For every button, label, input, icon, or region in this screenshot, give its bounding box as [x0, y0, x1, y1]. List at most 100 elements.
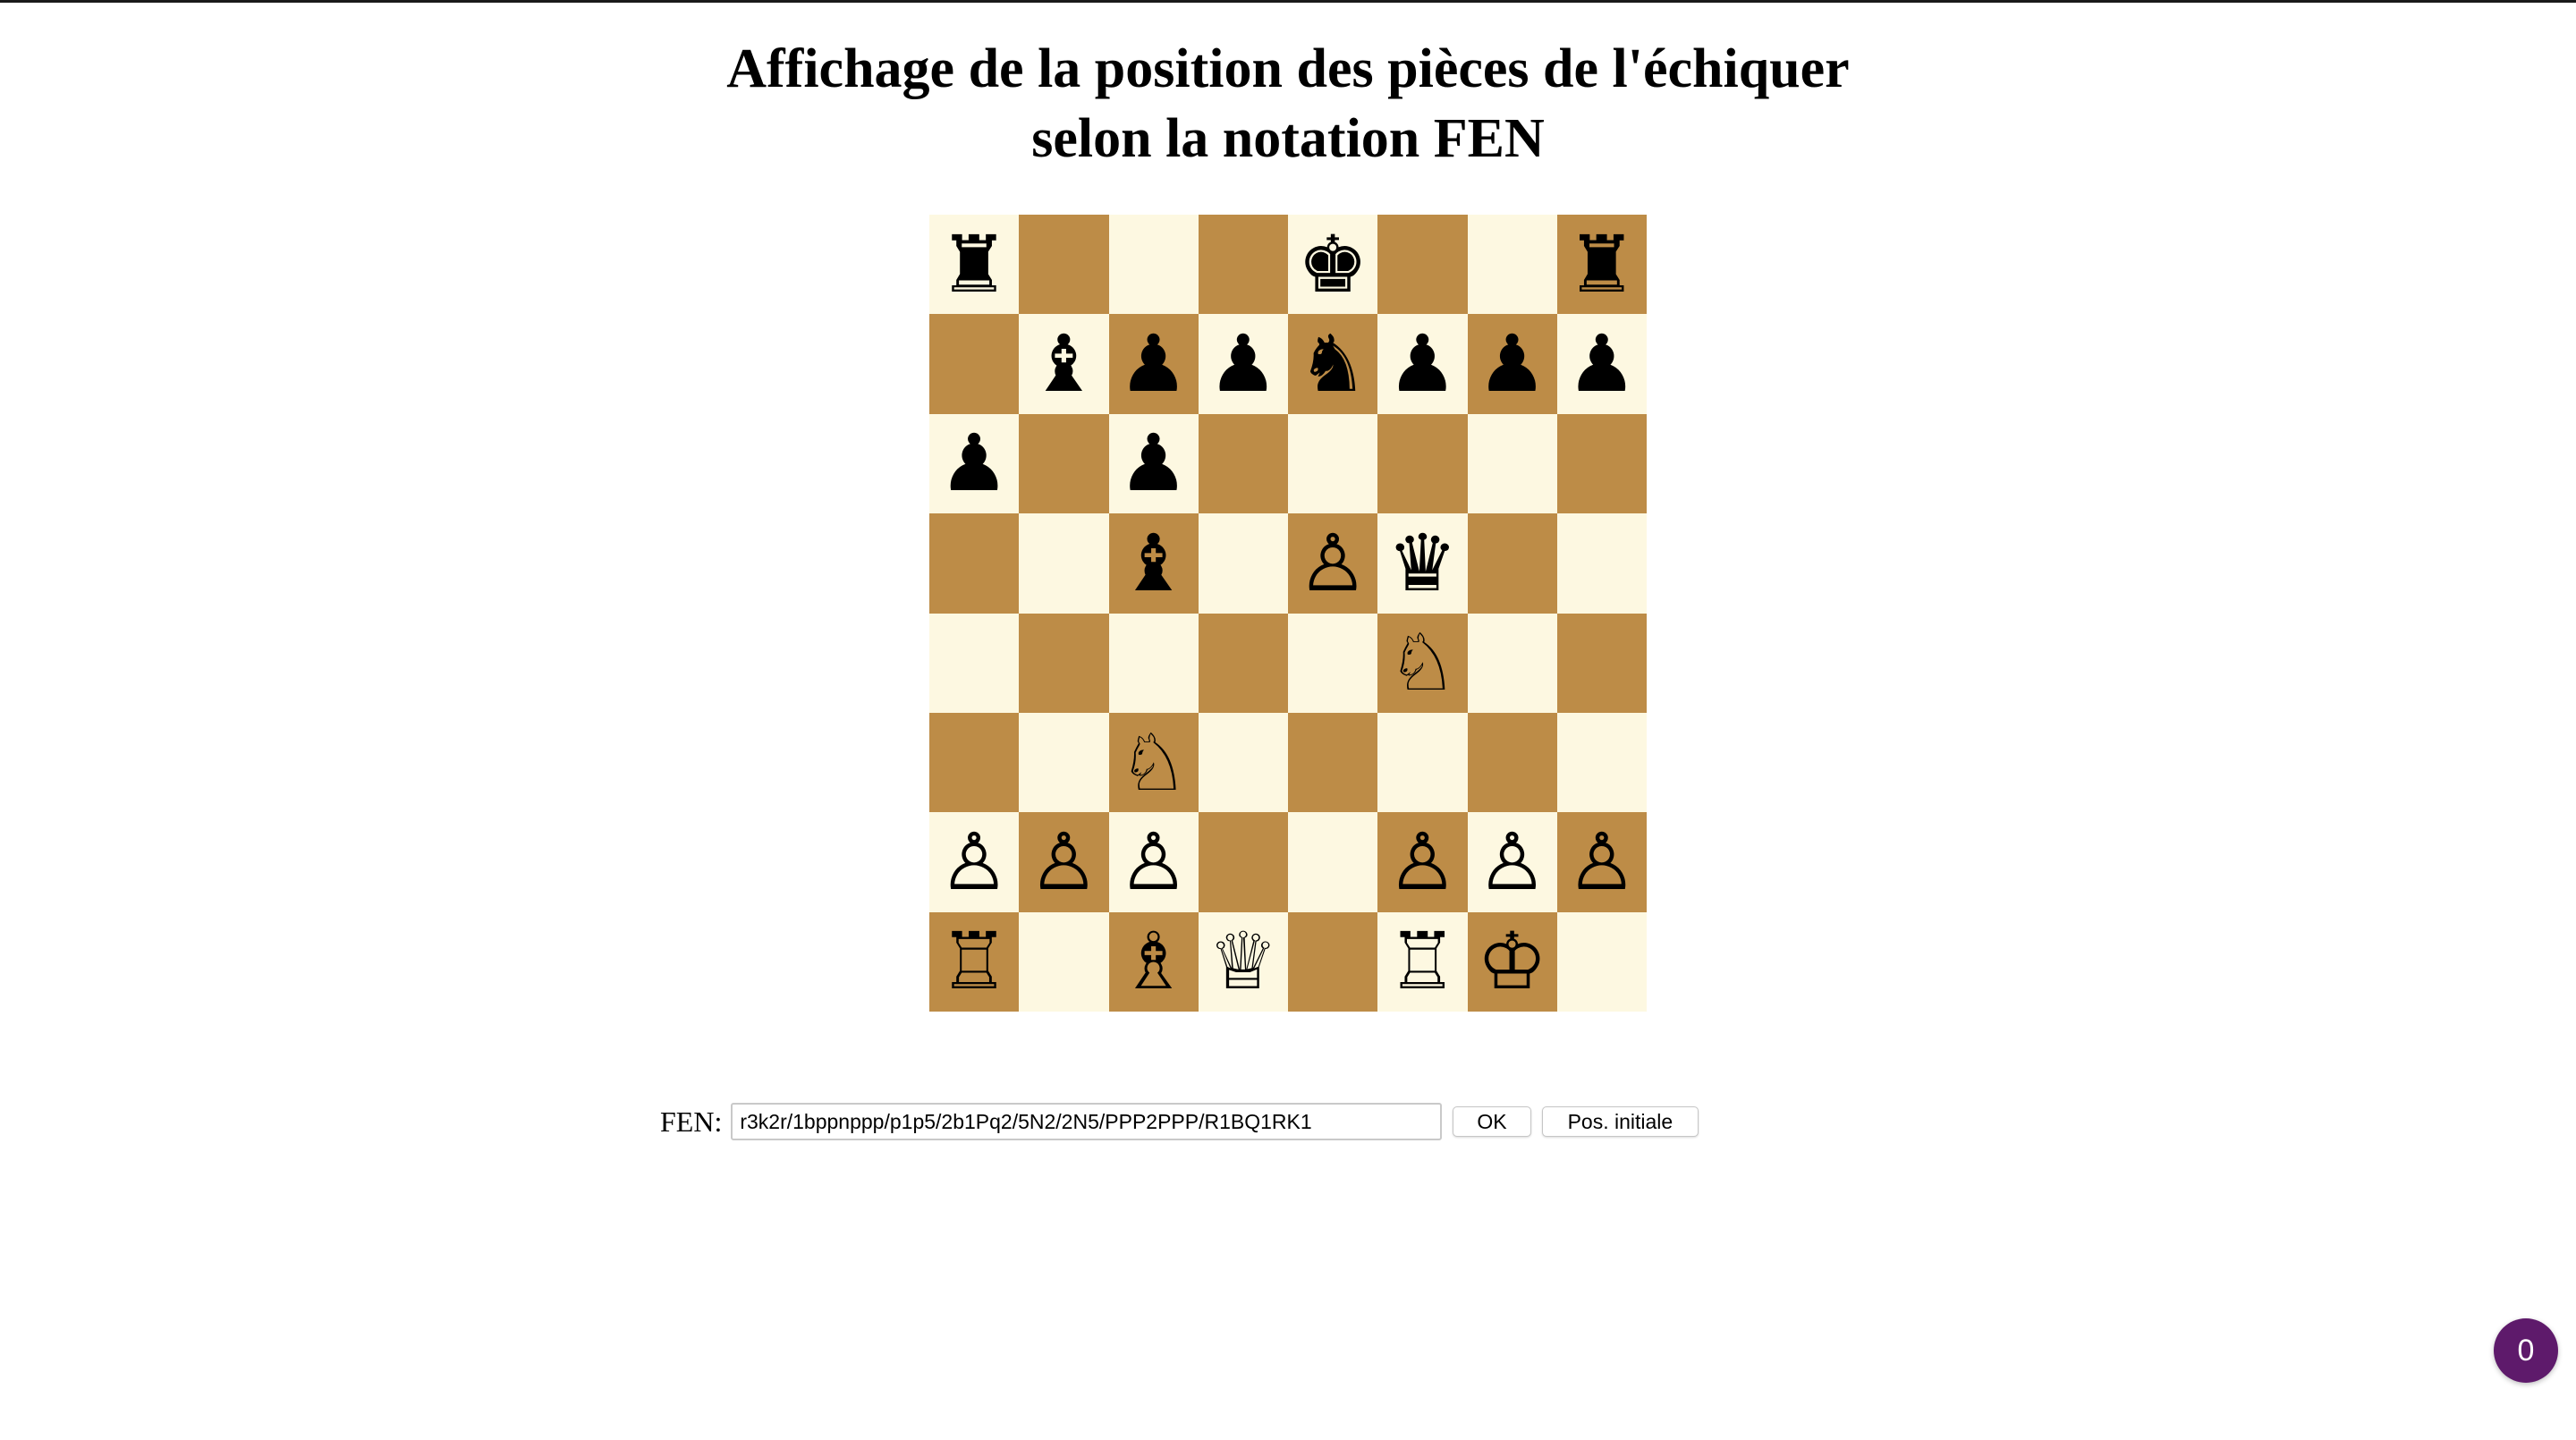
square-g4[interactable]	[1467, 613, 1557, 713]
square-c1[interactable]: ♗	[1108, 911, 1199, 1012]
square-b6[interactable]	[1019, 413, 1109, 514]
notification-badge[interactable]: 0	[2494, 1318, 2558, 1383]
chess-piece[interactable]: ♘	[1387, 623, 1458, 702]
square-e5[interactable]: ♙	[1288, 513, 1378, 614]
square-d6[interactable]	[1198, 413, 1288, 514]
square-e7[interactable]: ♞	[1288, 314, 1378, 414]
square-h1[interactable]	[1556, 911, 1647, 1012]
chess-piece[interactable]: ♟	[1477, 325, 1547, 403]
square-b4[interactable]	[1019, 613, 1109, 713]
square-b2[interactable]: ♙	[1019, 812, 1109, 912]
square-b5[interactable]	[1019, 513, 1109, 614]
square-d4[interactable]	[1198, 613, 1288, 713]
ok-button[interactable]: OK	[1453, 1106, 1531, 1137]
square-e8[interactable]: ♚	[1288, 215, 1378, 315]
square-g7[interactable]: ♟	[1467, 314, 1557, 414]
square-d3[interactable]	[1198, 712, 1288, 813]
square-e2[interactable]	[1288, 812, 1378, 912]
square-e3[interactable]	[1288, 712, 1378, 813]
chess-piece[interactable]: ♖	[939, 922, 1010, 1001]
square-h2[interactable]: ♙	[1556, 812, 1647, 912]
square-h4[interactable]	[1556, 613, 1647, 713]
chess-piece[interactable]: ♙	[1118, 822, 1189, 902]
square-d1[interactable]: ♕	[1198, 911, 1288, 1012]
square-g2[interactable]: ♙	[1467, 812, 1557, 912]
square-h3[interactable]	[1556, 712, 1647, 813]
square-f4[interactable]: ♘	[1377, 613, 1468, 713]
square-h7[interactable]: ♟	[1556, 314, 1647, 414]
square-c5[interactable]: ♝	[1108, 513, 1199, 614]
square-e4[interactable]	[1288, 613, 1378, 713]
chess-piece[interactable]: ♟	[1387, 325, 1458, 403]
square-f7[interactable]: ♟	[1377, 314, 1468, 414]
square-g1[interactable]: ♔	[1467, 911, 1557, 1012]
chess-piece[interactable]: ♙	[939, 822, 1010, 902]
chess-piece[interactable]: ♝	[1029, 325, 1099, 403]
square-e6[interactable]	[1288, 413, 1378, 514]
chess-piece[interactable]: ♞	[1298, 325, 1368, 403]
square-h8[interactable]: ♜	[1556, 215, 1647, 315]
square-a5[interactable]	[929, 513, 1020, 614]
square-f5[interactable]: ♛	[1377, 513, 1468, 614]
chess-piece[interactable]: ♗	[1118, 922, 1189, 1001]
chess-piece[interactable]: ♖	[1387, 922, 1458, 1001]
chess-piece[interactable]: ♜	[939, 224, 1010, 304]
square-g3[interactable]	[1467, 712, 1557, 813]
square-d2[interactable]	[1198, 812, 1288, 912]
square-a4[interactable]	[929, 613, 1020, 713]
square-c3[interactable]: ♘	[1108, 712, 1199, 813]
square-c6[interactable]: ♟	[1108, 413, 1199, 514]
chessboard: ♜ ♚ ♜ ♝ ♟ ♟ ♞ ♟ ♟ ♟ ♟ ♟ ♝ ♙ ♛ ♘ ♘ ♙ ♙ ♙ ♙ ♙ ♙ ♖ ♗ ♕ ♖ ♔	[929, 215, 1647, 1012]
page-title-line2: selon la notation FEN	[1031, 108, 1545, 169]
chess-piece[interactable]: ♟	[1566, 325, 1637, 403]
square-d7[interactable]: ♟	[1198, 314, 1288, 414]
square-a6[interactable]: ♟	[929, 413, 1020, 514]
square-a7[interactable]	[929, 314, 1020, 414]
chess-piece[interactable]: ♟	[1208, 325, 1278, 403]
square-h5[interactable]	[1556, 513, 1647, 614]
chess-piece[interactable]: ♟	[1118, 424, 1189, 503]
square-b8[interactable]	[1019, 215, 1109, 315]
square-e1[interactable]	[1288, 911, 1378, 1012]
square-d5[interactable]	[1198, 513, 1288, 614]
square-g5[interactable]	[1467, 513, 1557, 614]
chess-piece[interactable]: ♘	[1118, 723, 1189, 802]
square-d8[interactable]	[1198, 215, 1288, 315]
square-c8[interactable]	[1108, 215, 1199, 315]
square-g6[interactable]	[1467, 413, 1557, 514]
chess-piece[interactable]: ♛	[1387, 523, 1458, 603]
fen-label: FEN:	[660, 1105, 723, 1138]
square-b1[interactable]	[1019, 911, 1109, 1012]
square-f8[interactable]	[1377, 215, 1468, 315]
square-h6[interactable]	[1556, 413, 1647, 514]
chess-piece[interactable]: ♙	[1477, 822, 1547, 902]
fen-input[interactable]	[731, 1103, 1443, 1140]
chess-piece[interactable]: ♜	[1566, 224, 1637, 304]
square-f1[interactable]: ♖	[1377, 911, 1468, 1012]
square-f6[interactable]	[1377, 413, 1468, 514]
square-c7[interactable]: ♟	[1108, 314, 1199, 414]
square-a3[interactable]	[929, 712, 1020, 813]
chess-piece[interactable]: ♟	[1118, 325, 1189, 403]
square-c4[interactable]	[1108, 613, 1199, 713]
chess-piece[interactable]: ♙	[1566, 822, 1637, 902]
chess-piece[interactable]: ♝	[1118, 523, 1189, 603]
chess-piece[interactable]: ♕	[1208, 922, 1278, 1001]
chess-piece[interactable]: ♚	[1298, 224, 1368, 304]
square-g8[interactable]	[1467, 215, 1557, 315]
square-c2[interactable]: ♙	[1108, 812, 1199, 912]
chess-piece[interactable]: ♙	[1298, 523, 1368, 603]
square-a2[interactable]: ♙	[929, 812, 1020, 912]
chess-piece[interactable]: ♙	[1029, 822, 1099, 902]
square-a8[interactable]: ♜	[929, 215, 1020, 315]
chess-piece[interactable]: ♟	[939, 424, 1010, 503]
chess-piece[interactable]: ♔	[1477, 922, 1547, 1001]
square-f2[interactable]: ♙	[1377, 812, 1468, 912]
square-b3[interactable]	[1019, 712, 1109, 813]
top-border	[0, 0, 2576, 3]
square-a1[interactable]: ♖	[929, 911, 1020, 1012]
square-b7[interactable]: ♝	[1019, 314, 1109, 414]
square-f3[interactable]	[1377, 712, 1468, 813]
initial-position-button[interactable]: Pos. initiale	[1541, 1106, 1699, 1137]
chess-piece[interactable]: ♙	[1387, 822, 1458, 902]
